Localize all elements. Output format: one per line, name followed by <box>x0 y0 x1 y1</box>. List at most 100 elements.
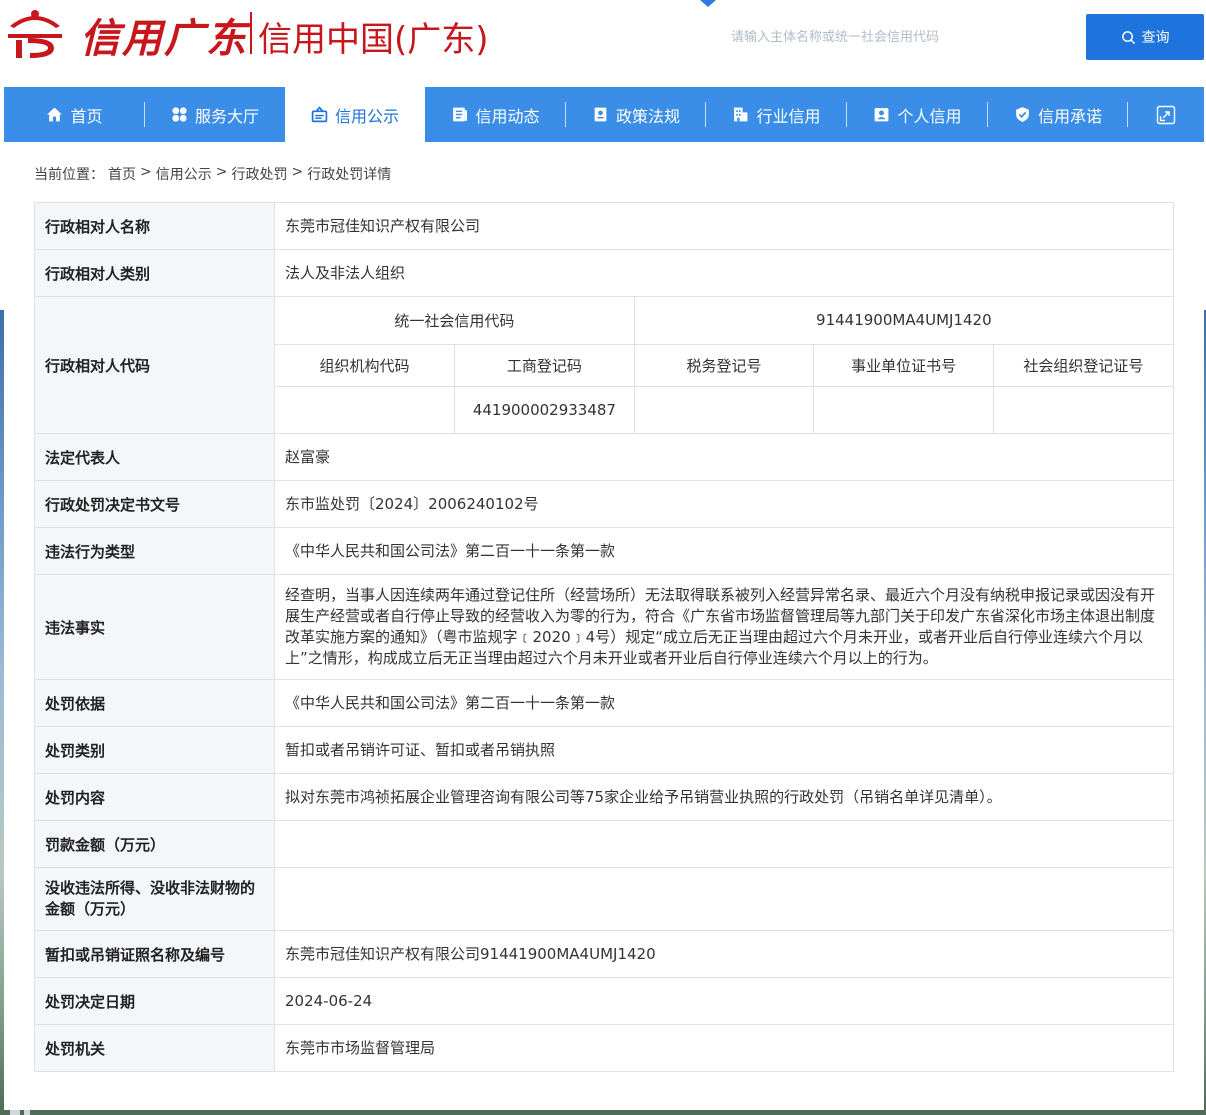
nav-item-credit-publicity[interactable]: 信用公示 <box>285 87 425 142</box>
table-row: 行政处罚决定书文号 东市监处罚〔2024〕2006240102号 <box>34 480 1174 528</box>
code-value <box>813 385 994 433</box>
search-button-label: 查询 <box>1141 30 1170 46</box>
building-icon <box>734 107 748 122</box>
code-value <box>992 385 1173 433</box>
row-value <box>274 820 1174 868</box>
id-card-icon <box>875 108 889 122</box>
breadcrumb: 当前位置： 首页 > 信用公示 > 行政处罚 > 行政处罚详情 <box>34 164 391 184</box>
logo-script-text: 信用广东 <box>80 15 248 62</box>
breadcrumb-current: 行政处罚详情 <box>307 167 392 183</box>
code-header: 工商登记码 <box>454 343 635 387</box>
nav-label: 政策法规 <box>615 106 680 126</box>
logo-divider <box>250 12 252 54</box>
nav-label: 行业信用 <box>756 106 821 126</box>
row-value: 东莞市市场监督管理局 <box>274 1024 1174 1072</box>
codes-cell: 统一社会信用代码 91441900MA4UMJ1420 组织机构代码 工商登记码… <box>274 296 1174 434</box>
nav-label: 信用承诺 <box>1037 106 1102 126</box>
nav-item-home[interactable]: 首页 <box>4 87 145 142</box>
table-row: 处罚决定日期 2024-06-24 <box>34 977 1174 1025</box>
site-header: 信用广东 信用中国(广东) 查询 <box>0 0 1206 80</box>
table-row: 处罚机关 东莞市市场监督管理局 <box>34 1024 1174 1072</box>
uscc-label: 统一社会信用代码 <box>275 297 635 345</box>
nav-label: 首页 <box>70 106 103 126</box>
search-icon <box>1121 30 1135 44</box>
row-label: 暂扣或吊销证照名称及编号 <box>34 930 275 978</box>
row-label: 处罚依据 <box>34 679 275 727</box>
nav-label: 信用动态 <box>475 106 540 126</box>
logo-emblem-icon <box>8 10 62 58</box>
table-row: 处罚依据 《中华人民共和国公司法》第二百一十一条第一款 <box>34 679 1174 727</box>
row-value: 拟对东莞市鸿祯拓展企业管理咨询有限公司等75家企业给予吊销营业执照的行政处罚（吊… <box>274 773 1174 821</box>
nav-item-fullscreen[interactable] <box>1128 87 1204 142</box>
search-button[interactable]: 查询 <box>1086 14 1204 60</box>
row-value: 东市监处罚〔2024〕2006240102号 <box>274 480 1174 528</box>
grid-icon <box>172 107 187 122</box>
code-header: 事业单位证书号 <box>813 343 994 387</box>
logo-text: 信用中国(广东) <box>258 20 489 60</box>
row-label: 处罚类别 <box>34 726 275 774</box>
row-label: 罚款金额（万元） <box>34 820 275 868</box>
table-row: 行政相对人类别 法人及非法人组织 <box>34 249 1174 297</box>
row-value: 法人及非法人组织 <box>274 249 1174 297</box>
row-label: 行政相对人名称 <box>34 202 275 250</box>
row-label: 行政相对人类别 <box>34 249 275 297</box>
row-value: 经查明，当事人因连续两年通过登记住所（经营场所）无法取得联系被列入经营异常名录、… <box>274 574 1174 680</box>
row-label: 处罚决定日期 <box>34 977 275 1025</box>
main-nav: 首页 服务大厅 信用公示 信用动态 政策法规 行业信用 个人信用 信用承诺 <box>4 87 1204 142</box>
row-label: 处罚内容 <box>34 773 275 821</box>
row-label: 行政相对人代码 <box>34 296 275 434</box>
search-pointer-icon <box>700 0 716 7</box>
news-icon <box>453 107 468 122</box>
table-row: 行政相对人代码 统一社会信用代码 91441900MA4UMJ1420 组织机构… <box>34 296 1174 434</box>
row-label: 没收违法所得、没收非法财物的金额（万元） <box>34 867 275 931</box>
row-value: 赵富豪 <box>274 433 1174 481</box>
code-header: 税务登记号 <box>633 343 815 387</box>
code-header: 组织机构代码 <box>275 343 456 387</box>
code-value <box>633 385 815 433</box>
policy-icon <box>594 107 607 122</box>
nav-label: 信用公示 <box>334 106 399 126</box>
nav-label: 服务大厅 <box>194 106 259 126</box>
nav-item-service-hall[interactable]: 服务大厅 <box>145 87 285 142</box>
table-row: 违法行为类型 《中华人民共和国公司法》第二百一十一条第一款 <box>34 527 1174 575</box>
nav-item-industry-credit[interactable]: 行业信用 <box>706 87 847 142</box>
publicity-icon <box>311 106 328 123</box>
row-label: 法定代表人 <box>34 433 275 481</box>
nav-item-policy[interactable]: 政策法规 <box>566 87 706 142</box>
row-label: 违法行为类型 <box>34 527 275 575</box>
row-value: 《中华人民共和国公司法》第二百一十一条第一款 <box>274 679 1174 727</box>
table-row: 违法事实 经查明，当事人因连续两年通过登记住所（经营场所）无法取得联系被列入经营… <box>34 574 1174 680</box>
breadcrumb-home[interactable]: 首页 <box>108 164 136 184</box>
breadcrumb-separator: > <box>140 164 152 180</box>
breadcrumb-credit-publicity[interactable]: 信用公示 <box>156 164 212 184</box>
row-value: 《中华人民共和国公司法》第二百一十一条第一款 <box>274 527 1174 575</box>
nav-item-personal-credit[interactable]: 个人信用 <box>847 87 988 142</box>
nav-label: 个人信用 <box>897 106 962 126</box>
row-value: 东莞市冠佳知识产权有限公司 <box>274 202 1174 250</box>
code-value: 441900002933487 <box>454 385 635 433</box>
uscc-value: 91441900MA4UMJ1420 <box>633 297 1173 345</box>
row-label: 违法事实 <box>34 574 275 680</box>
search-input[interactable] <box>590 16 1080 58</box>
row-label: 处罚机关 <box>34 1024 275 1072</box>
codes-table: 统一社会信用代码 91441900MA4UMJ1420 组织机构代码 工商登记码… <box>275 297 1173 433</box>
row-value: 2024-06-24 <box>274 977 1174 1025</box>
table-row: 暂扣或吊销证照名称及编号 东莞市冠佳知识产权有限公司91441900MA4UMJ… <box>34 930 1174 978</box>
breadcrumb-admin-penalty[interactable]: 行政处罚 <box>231 164 287 184</box>
row-value <box>274 867 1174 931</box>
table-row: 处罚内容 拟对东莞市鸿祯拓展企业管理咨询有限公司等75家企业给予吊销营业执照的行… <box>34 773 1174 821</box>
table-row: 行政相对人名称 东莞市冠佳知识产权有限公司 <box>34 202 1174 250</box>
table-row: 处罚类别 暂扣或者吊销许可证、暂扣或者吊销执照 <box>34 726 1174 774</box>
nav-item-credit-commitment[interactable]: 信用承诺 <box>988 87 1128 142</box>
row-value: 暂扣或者吊销许可证、暂扣或者吊销执照 <box>274 726 1174 774</box>
table-row: 没收违法所得、没收非法财物的金额（万元） <box>34 867 1174 931</box>
nav-item-credit-news[interactable]: 信用动态 <box>425 87 566 142</box>
row-label: 行政处罚决定书文号 <box>34 480 275 528</box>
breadcrumb-separator: > <box>291 164 304 180</box>
home-icon <box>47 107 63 122</box>
shield-check-icon <box>1016 107 1029 122</box>
code-header: 社会组织登记证号 <box>992 343 1173 387</box>
content-panel: 当前位置： 首页 > 信用公示 > 行政处罚 > 行政处罚详情 行政相对人名称 … <box>4 142 1204 1110</box>
fullscreen-icon <box>1156 105 1176 124</box>
code-value <box>275 385 456 433</box>
